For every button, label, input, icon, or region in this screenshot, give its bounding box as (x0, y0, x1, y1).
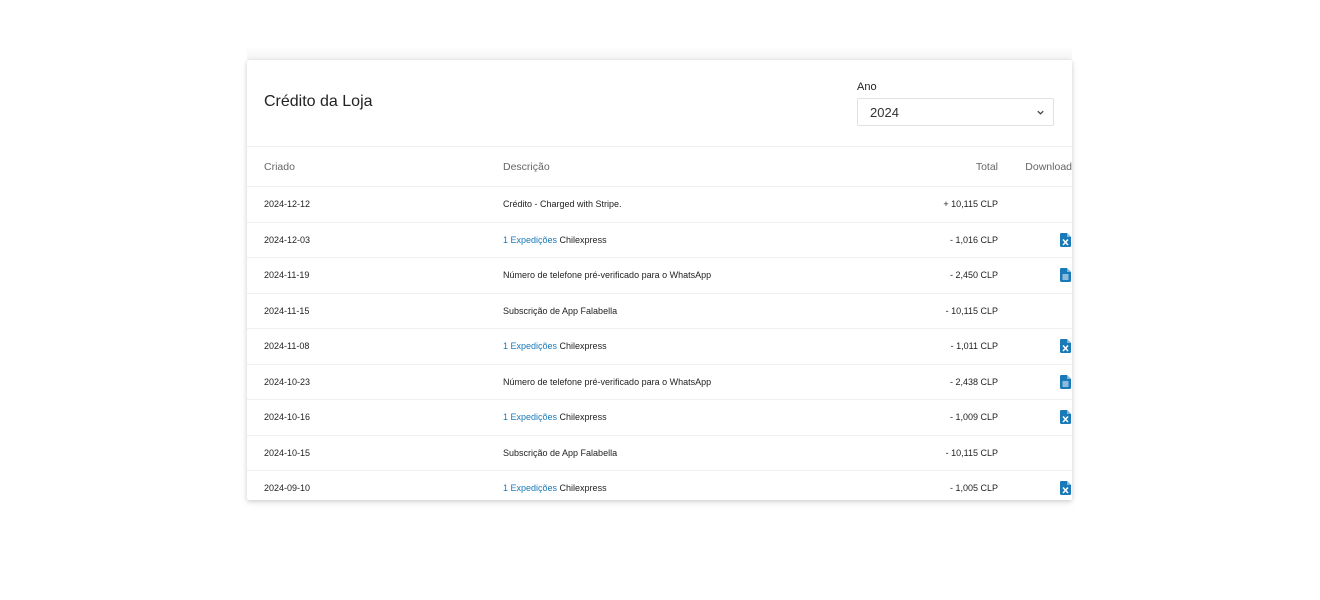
table-row: 2024-11-19 Número de telefone pré-verific… (247, 257, 1072, 294)
row-date: 2024-11-08 (247, 328, 503, 365)
row-description-text: Chilexpress (557, 412, 607, 423)
row-download (998, 364, 1072, 400)
card-header: Crédito da Loja Ano 2024 (247, 60, 1072, 147)
shipments-link[interactable]: 1 Expedições (503, 412, 557, 422)
row-total: - 10,115 CLP (883, 293, 998, 329)
card-top-shade (247, 46, 1072, 60)
document-file-icon[interactable] (1060, 268, 1071, 283)
column-header-total[interactable]: Total (883, 147, 998, 187)
shipments-link[interactable]: 1 Expedições (503, 235, 557, 245)
page-title: Crédito da Loja (264, 93, 373, 110)
table-row: 2024-10-16 1 Expedições Chilexpress - 1,00… (247, 399, 1072, 436)
row-total: - 1,011 CLP (883, 328, 998, 365)
row-date: 2024-10-16 (247, 399, 503, 436)
row-total: - 1,016 CLP (883, 222, 998, 258)
shipments-link[interactable]: 1 Expedições (503, 341, 557, 351)
row-download (998, 470, 1072, 500)
excel-file-icon[interactable] (1060, 339, 1071, 354)
row-total: - 1,009 CLP (883, 399, 998, 436)
row-date: 2024-11-19 (247, 257, 503, 294)
column-header-description[interactable]: Descrição (503, 147, 883, 187)
row-description-text: Chilexpress (557, 234, 607, 245)
year-label: Ano (857, 81, 877, 93)
row-description-text: Número de telefone pré-verificado para o… (503, 376, 712, 387)
excel-file-icon[interactable] (1060, 232, 1071, 247)
row-date: 2024-12-03 (247, 222, 503, 258)
row-download (998, 222, 1072, 258)
row-description: Número de telefone pré-verificado para o… (503, 257, 883, 294)
document-file-icon[interactable] (1060, 374, 1071, 389)
row-date: 2024-10-15 (247, 435, 503, 471)
row-download (998, 257, 1072, 294)
row-date: 2024-12-12 (247, 186, 503, 223)
row-download (998, 186, 1072, 223)
row-description-text: Subscrição de App Falabella (503, 447, 618, 458)
row-description: Número de telefone pré-verificado para o… (503, 364, 883, 400)
table-row: 2024-11-08 1 Expedições Chilexpress - 1,01… (247, 328, 1072, 365)
table-header-row: Criado Descrição Total Download (247, 147, 1072, 187)
year-select[interactable]: 2024 (857, 98, 1054, 126)
shipments-link[interactable]: 1 Expedições (503, 483, 557, 493)
row-total: - 2,450 CLP (883, 257, 998, 294)
row-download (998, 293, 1072, 329)
row-date: 2024-11-15 (247, 293, 503, 329)
excel-file-icon[interactable] (1060, 481, 1071, 496)
row-description-text: Chilexpress (557, 341, 607, 352)
year-select-value: 2024 (870, 104, 899, 120)
row-description-text: Subscrição de App Falabella (503, 305, 618, 316)
row-description: Subscrição de App Falabella (503, 293, 883, 329)
row-description: Subscrição de App Falabella (503, 435, 883, 471)
table-row: 2024-09-10 1 Expedições Chilexpress - 1,00… (247, 470, 1072, 500)
row-download (998, 399, 1072, 436)
table-row: 2024-12-12 Crédito - Charged with Stripe.… (247, 186, 1072, 223)
column-header-download: Download (998, 147, 1072, 187)
row-total: - 2,438 CLP (883, 364, 998, 400)
row-description-text: Crédito - Charged with Stripe. (503, 199, 622, 210)
row-description-text: Número de telefone pré-verificado para o… (503, 270, 712, 281)
table-row: 2024-10-23 Número de telefone pré-verific… (247, 364, 1072, 400)
chevron-down-icon (1037, 110, 1044, 115)
table-row: 2024-12-03 1 Expedições Chilexpress - 1,01… (247, 222, 1072, 258)
row-date: 2024-09-10 (247, 470, 503, 500)
credit-table: Criado Descrição Total Download 2024-12-… (247, 147, 1072, 500)
row-total: - 10,115 CLP (883, 435, 998, 471)
row-total: + 10,115 CLP (883, 186, 998, 223)
column-header-created[interactable]: Criado (247, 147, 503, 187)
row-description: 1 Expedições Chilexpress (503, 399, 883, 436)
row-total: - 1,005 CLP (883, 470, 998, 500)
table-row: 2024-10-15 Subscrição de App Falabella - 1… (247, 435, 1072, 471)
row-description: 1 Expedições Chilexpress (503, 328, 883, 365)
row-date: 2024-10-23 (247, 364, 503, 400)
store-credit-card: Crédito da Loja Ano 2024 Criado Descriçã… (247, 60, 1072, 500)
row-download (998, 328, 1072, 365)
row-description-text: Chilexpress (557, 483, 607, 494)
row-description: 1 Expedições Chilexpress (503, 222, 883, 258)
row-download (998, 435, 1072, 471)
row-description: 1 Expedições Chilexpress (503, 470, 883, 500)
excel-file-icon[interactable] (1060, 410, 1071, 425)
table-row: 2024-11-15 Subscrição de App Falabella - 1… (247, 293, 1072, 329)
row-description: Crédito - Charged with Stripe. (503, 186, 883, 223)
